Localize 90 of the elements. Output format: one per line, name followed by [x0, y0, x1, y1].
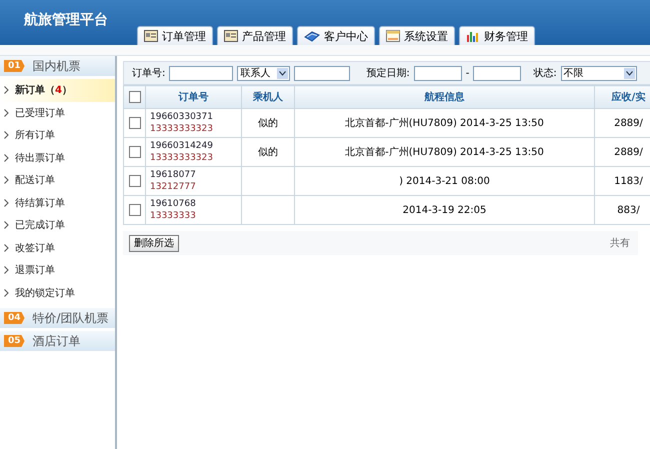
number-badge: 05: [4, 335, 25, 347]
item-label: 已完成订单: [15, 218, 65, 232]
chevron-icon: [4, 221, 9, 230]
date-separator: -: [466, 68, 470, 78]
table-cell: 2014-3-19 22:05: [402, 204, 486, 216]
section-header[interactable]: 05 酒店订单: [0, 331, 115, 352]
chevron-icon: [4, 288, 9, 297]
chevron-icon: [4, 131, 9, 140]
dropdown-arrow-icon: [624, 68, 635, 78]
column-header: 航程信息: [294, 86, 594, 108]
nav-tab[interactable]: 客户中心: [297, 26, 375, 45]
nav-tab[interactable]: 系统设置: [379, 26, 455, 45]
checkbox[interactable]: [128, 175, 140, 187]
sidebar-item[interactable]: 已受理订单: [0, 102, 115, 124]
sidebar-item[interactable]: 改签订单: [0, 236, 115, 259]
input-field[interactable]: [414, 66, 462, 80]
item-label: 退票订单: [15, 264, 55, 278]
chevron-icon: [4, 244, 9, 252]
field-label: 预定日期:: [366, 66, 410, 80]
window-icon: [386, 30, 400, 42]
sidebar-item[interactable]: 配送订单: [0, 169, 115, 192]
ledger-icon: [144, 30, 158, 42]
order-number: 19660314249: [150, 140, 214, 152]
nav-tab[interactable]: 产品管理: [217, 26, 293, 45]
item-label: 待结算订单: [15, 196, 65, 210]
book-icon: [304, 30, 320, 42]
nav-tab[interactable]: 财务管理: [459, 26, 535, 45]
chevron-icon: [4, 198, 9, 207]
phone-number: 13333333323: [150, 123, 214, 135]
app-title: 航旅管理平台: [22, 10, 109, 28]
nav-tab[interactable]: 订单管理: [137, 26, 213, 45]
phone-number: 13333333: [150, 210, 197, 222]
table-cell: 北京首都-广州(HU7809) 2014-3-25 13:50: [345, 147, 544, 158]
table-cell: 2889/: [614, 146, 643, 158]
table-cell: ) 2014-3-21 08:00: [399, 176, 490, 186]
column-header: 应收/实: [594, 86, 650, 108]
pager-text: 共有: [610, 236, 630, 250]
chevron-icon: [4, 154, 9, 162]
sidebar-item[interactable]: 所有订单: [0, 124, 115, 146]
section-label: 国内机票: [32, 58, 81, 74]
section-header[interactable]: 01 国内机票: [0, 56, 115, 77]
bar-chart-icon: [466, 30, 480, 42]
order-number: 19660330371: [150, 111, 214, 123]
table-cell: 北京首都-广州(HU7809) 2014-3-25 13:50: [345, 118, 544, 129]
section-label: 酒店订单: [32, 332, 81, 350]
table-cell: 883/: [617, 204, 640, 216]
delete-selected-button[interactable]: 删除所选: [129, 234, 179, 252]
column-header: 订单号: [146, 86, 242, 108]
checkbox[interactable]: [128, 117, 140, 129]
field-label: 订单号:: [132, 66, 166, 80]
chevron-icon: [4, 108, 9, 117]
sidebar-item[interactable]: 待结算订单: [0, 192, 115, 214]
checkbox[interactable]: [128, 91, 140, 103]
item-label: 待出票订单: [15, 152, 65, 165]
dropdown-arrow-icon: [277, 68, 288, 78]
number-badge: 04: [4, 312, 25, 324]
item-label: 所有订单: [15, 128, 55, 142]
input-field[interactable]: [169, 66, 234, 80]
field-label: 状态:: [533, 66, 557, 80]
sidebar-item[interactable]: 待出票订单: [0, 146, 115, 169]
table-cell: 似的: [258, 147, 278, 158]
table-cell: 似的: [258, 118, 278, 129]
chevron-icon: [4, 86, 9, 94]
number-badge: 01: [4, 60, 25, 72]
input-field[interactable]: [294, 66, 350, 80]
section-label: 特价/团队机票: [32, 310, 109, 326]
item-label: 改签订单: [15, 242, 55, 255]
checkbox[interactable]: [128, 146, 140, 158]
item-label: 新订单（4）: [15, 83, 72, 98]
table-cell: 2889/: [614, 118, 643, 128]
item-label: 已受理订单: [15, 106, 65, 120]
ledger-icon: [224, 30, 238, 42]
dropdown[interactable]: 联系人: [237, 66, 290, 80]
chevron-icon: [4, 266, 9, 274]
chevron-icon: [4, 176, 9, 184]
order-number: 19610768: [150, 198, 197, 210]
sidebar-item[interactable]: 我的锁定订单: [0, 282, 115, 304]
item-label: 我的锁定订单: [15, 286, 75, 300]
phone-number: 13333333323: [150, 152, 214, 164]
dropdown[interactable]: 不限: [560, 66, 637, 80]
sidebar-item[interactable]: 已完成订单: [0, 214, 115, 236]
item-label: 配送订单: [15, 174, 55, 188]
table-cell: 1183/: [614, 176, 643, 186]
order-number: 19618077: [150, 169, 197, 181]
sidebar-item[interactable]: 退票订单: [0, 259, 115, 282]
input-field[interactable]: [473, 66, 522, 80]
column-header: 乘机人: [242, 86, 294, 108]
phone-number: 13212777: [150, 181, 197, 193]
section-header[interactable]: 04 特价/团队机票: [0, 308, 115, 329]
checkbox[interactable]: [128, 204, 140, 216]
